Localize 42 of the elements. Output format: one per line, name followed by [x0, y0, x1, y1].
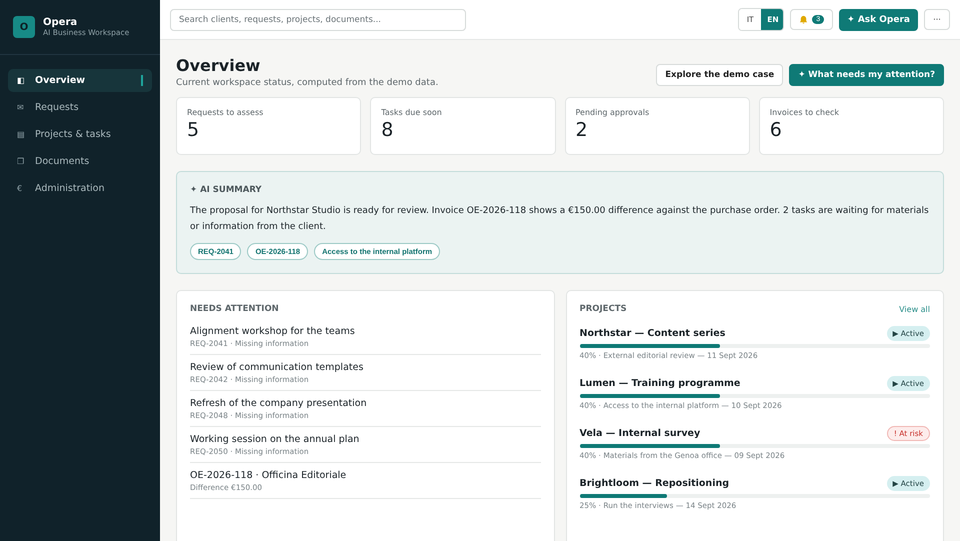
item-title: Alignment workshop for the teams: [190, 326, 356, 337]
page-subtitle: Current workspace status, computed from the demo data.: [176, 78, 438, 88]
nav-icon: ◧: [17, 76, 25, 85]
nav-icon: ❐: [17, 157, 25, 166]
project-name: Brightloom — Repositioning: [580, 478, 730, 489]
project-name: Lumen — Training programme: [580, 378, 740, 389]
view-all-link[interactable]: View all: [899, 304, 930, 314]
nav-icon: ✉: [17, 103, 25, 112]
item-title: Review of communication templates: [190, 362, 364, 373]
stat-value: 8: [381, 119, 394, 141]
nav-item[interactable]: ◧ Overview: [8, 69, 152, 92]
stat-value: 2: [576, 119, 589, 141]
stat-label: Requests to assess: [187, 108, 264, 117]
bell-icon: [799, 15, 808, 24]
brand-name: Opera: [43, 17, 78, 28]
ask-button[interactable]: ✦ Ask Opera: [839, 8, 918, 30]
card-title: PROJECTS: [580, 304, 627, 314]
item-title: OE-2026-118 · Officina Editoriale: [190, 470, 348, 481]
nav-item[interactable]: ✉ Requests: [8, 96, 152, 119]
nav-icon: €: [17, 184, 25, 193]
project-name: Northstar — Content series: [580, 328, 726, 339]
card-title: NEEDS ATTENTION: [190, 304, 279, 314]
stat-value: 5: [187, 119, 200, 141]
brand-logo: O: [13, 16, 35, 38]
more-button[interactable]: ···: [924, 9, 950, 30]
search-field[interactable]: Search clients, requests, projects, documents...: [170, 8, 466, 30]
summary-title: ✦ AI SUMMARY: [190, 185, 263, 195]
stat-label: Pending approvals: [576, 108, 650, 117]
stat-value: 6: [770, 119, 783, 141]
nav-icon: ▤: [17, 130, 25, 139]
item-title: Refresh of the company presentation: [190, 398, 368, 409]
nav-item[interactable]: € Administration: [8, 177, 152, 200]
nav-item[interactable]: ❐ Documents: [8, 150, 152, 173]
attention-button[interactable]: ✦ What needs my attention?: [789, 64, 944, 86]
summary-text: The proposal for Northstar Studio is ready for review. Invoice OE-2026-118 shows a €150.00 difference against the purchase order. 2 tasks are waiting for materials or information from the client.: [190, 205, 930, 234]
stat-label: Invoices to check: [770, 108, 840, 117]
demo-button[interactable]: Explore the demo case: [656, 64, 784, 86]
project-name: Vela — Internal survey: [580, 428, 700, 439]
nav-item[interactable]: ▤ Projects & tasks: [8, 123, 152, 146]
page-title: Overview: [176, 56, 262, 75]
stat-label: Tasks due soon: [381, 108, 443, 117]
item-title: Working session on the annual plan: [190, 434, 360, 445]
